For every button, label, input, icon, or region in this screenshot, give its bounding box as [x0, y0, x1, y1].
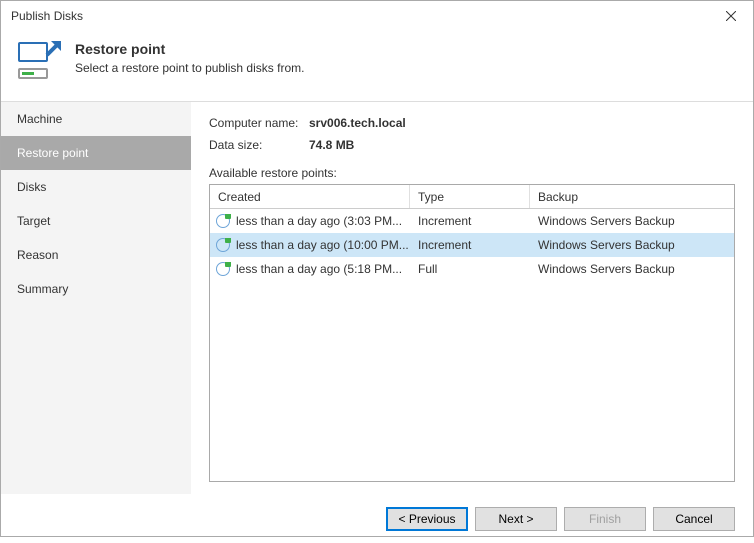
cell-type: Increment [410, 238, 530, 252]
restore-points-table: Created Type Backup less than a day ago … [209, 184, 735, 482]
column-header-backup[interactable]: Backup [530, 185, 734, 208]
data-size-value: 74.8 MB [309, 138, 354, 152]
cell-backup: Windows Servers Backup [530, 214, 734, 228]
sidebar-item-machine[interactable]: Machine [1, 102, 191, 136]
cell-created: less than a day ago (10:00 PM... [236, 238, 409, 252]
table-row[interactable]: less than a day ago (5:18 PM... Full Win… [210, 257, 734, 281]
computer-name-row: Computer name: srv006.tech.local [209, 116, 735, 130]
header: Restore point Select a restore point to … [1, 31, 753, 101]
main-panel: Computer name: srv006.tech.local Data si… [191, 101, 753, 494]
computer-name-label: Computer name: [209, 116, 309, 130]
sidebar-item-restore-point[interactable]: Restore point [1, 136, 191, 170]
column-header-created[interactable]: Created [210, 185, 410, 208]
previous-button[interactable]: < Previous [386, 507, 468, 531]
sidebar-item-target[interactable]: Target [1, 204, 191, 238]
cell-created: less than a day ago (3:03 PM... [236, 214, 402, 228]
table-row[interactable]: less than a day ago (3:03 PM... Incremen… [210, 209, 734, 233]
titlebar: Publish Disks [1, 1, 753, 31]
cancel-button[interactable]: Cancel [653, 507, 735, 531]
sidebar-item-summary[interactable]: Summary [1, 272, 191, 306]
close-icon [726, 11, 736, 21]
available-restore-points-label: Available restore points: [209, 166, 735, 180]
cell-backup: Windows Servers Backup [530, 262, 734, 276]
sidebar: Machine Restore point Disks Target Reaso… [1, 101, 191, 494]
column-header-type[interactable]: Type [410, 185, 530, 208]
sidebar-item-reason[interactable]: Reason [1, 238, 191, 272]
cell-created: less than a day ago (5:18 PM... [236, 262, 402, 276]
cell-type: Increment [410, 214, 530, 228]
window-title: Publish Disks [11, 9, 83, 23]
table-header: Created Type Backup [210, 185, 734, 209]
sidebar-item-disks[interactable]: Disks [1, 170, 191, 204]
footer: < Previous Next > Finish Cancel [1, 494, 753, 543]
restore-point-icon [216, 238, 230, 252]
page-title: Restore point [75, 41, 304, 57]
body: Machine Restore point Disks Target Reaso… [1, 101, 753, 494]
computer-name-value: srv006.tech.local [309, 116, 406, 130]
data-size-label: Data size: [209, 138, 309, 152]
cell-backup: Windows Servers Backup [530, 238, 734, 252]
table-row[interactable]: less than a day ago (10:00 PM... Increme… [210, 233, 734, 257]
next-button[interactable]: Next > [475, 507, 557, 531]
page-description: Select a restore point to publish disks … [75, 61, 304, 75]
data-size-row: Data size: 74.8 MB [209, 138, 735, 152]
header-icon [15, 39, 63, 87]
table-body: less than a day ago (3:03 PM... Incremen… [210, 209, 734, 281]
restore-point-icon [216, 262, 230, 276]
close-button[interactable] [708, 1, 753, 31]
header-text: Restore point Select a restore point to … [75, 39, 304, 87]
restore-point-icon [216, 214, 230, 228]
cell-type: Full [410, 262, 530, 276]
finish-button: Finish [564, 507, 646, 531]
